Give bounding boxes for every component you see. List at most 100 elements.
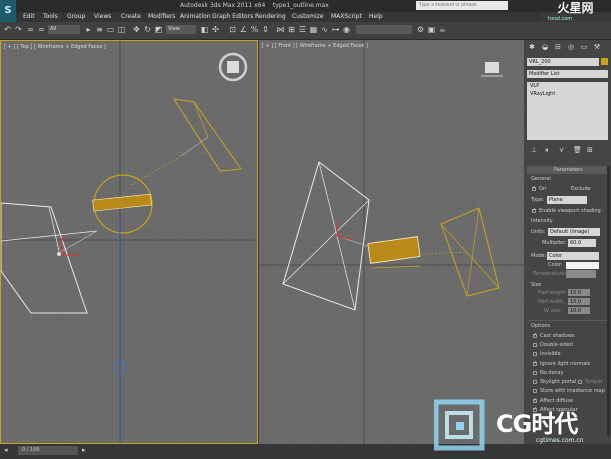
menu-views[interactable]: Views [94,12,111,22]
reference-coordinate-dropdown[interactable]: View [166,25,196,34]
select-object-icon[interactable]: ▸ [84,25,93,34]
command-panel-scrollbar[interactable] [607,166,610,436]
color-swatch[interactable] [566,262,599,269]
unlink-icon[interactable]: ≈ [37,25,46,34]
undo-icon[interactable]: ↶ [3,25,12,34]
viewport-front[interactable]: [ + ] [ Front ] [ Wireframe + Edged Face… [259,40,524,444]
menu-edit[interactable]: Edit [23,12,35,22]
angle-snap-icon[interactable]: ∠ [239,25,248,34]
menu-create[interactable]: Create [121,12,141,22]
menu-group[interactable]: Group [67,12,85,22]
pivot-icon[interactable]: ◧ [200,25,209,34]
graphite-icon[interactable]: ▦ [309,25,318,34]
skylight-portal-checkbox[interactable] [533,380,537,384]
viewport-label-top[interactable]: [ + ] [ Top ] [ Wireframe + Edged Faces … [4,44,106,50]
menu-modifiers[interactable]: Modifiers [148,12,175,22]
search-input[interactable] [416,1,508,10]
viewport-label-front[interactable]: [ + ] [ Front ] [ Wireframe + Edged Face… [262,43,368,49]
affect-diffuse-checkbox[interactable] [533,397,537,403]
simple-label: Simple [585,379,603,385]
half-length-spinner[interactable]: 15.0 [568,289,590,296]
utilities-tab-icon[interactable]: ⚒ [592,43,602,52]
modify-tab-icon[interactable]: ◒ [540,43,550,52]
no-decay-label: No decay [540,370,564,376]
snaps-toggle-icon[interactable]: ⊡ [228,25,237,34]
half-length-label: Half-length: [538,290,568,296]
double-sided-label: Double-sided [540,342,573,348]
configure-modifier-icon[interactable]: ⊞ [587,146,593,154]
select-by-name-icon[interactable]: ≡ [95,25,104,34]
pin-stack-icon[interactable]: ⊥ [531,146,537,154]
cast-shadows-checkbox[interactable] [533,332,537,338]
curve-editor-icon[interactable]: ∿ [320,25,329,34]
viewport-shading-checkbox[interactable] [532,207,536,213]
menu-help[interactable]: Help [369,12,383,22]
display-tab-icon[interactable]: ▭ [579,43,589,52]
options-divider [527,320,608,321]
half-width-spinner[interactable]: 15.0 [568,298,590,305]
menu-maxscript[interactable]: MAXScript [331,12,362,22]
window-crossing-icon[interactable]: ◫ [117,25,126,34]
make-unique-icon[interactable]: ⋎ [559,146,564,154]
select-scale-icon[interactable]: ◩ [154,25,163,34]
layer-manager-icon[interactable]: ☰ [298,25,307,34]
top-viewport-canvas [1,41,257,443]
menu-graph-editors[interactable]: Graph Editors [212,12,253,22]
align-icon[interactable]: ⊞ [287,25,296,34]
stack-item-vlp[interactable]: VLP [530,83,539,89]
ignore-light-normals-checkbox[interactable] [533,360,537,366]
create-tab-icon[interactable]: ✱ [527,43,537,52]
select-manipulate-icon[interactable]: ✣ [211,25,220,34]
units-dropdown[interactable]: Default (image) [548,228,600,236]
stack-item-vraylight[interactable]: VRayLight [530,91,555,97]
object-color-swatch[interactable] [601,58,608,65]
material-editor-icon[interactable]: ◉ [342,25,351,34]
schematic-view-icon[interactable]: ⊶ [331,25,340,34]
store-irradiance-label: Store with irradiance map [540,388,605,394]
mode-dropdown[interactable]: Color [547,252,599,260]
time-next-icon[interactable]: ▸ [82,446,86,454]
multiplier-spinner[interactable]: 60.0 [568,239,596,247]
hierarchy-tab-icon[interactable]: ⊟ [553,43,563,52]
w-size-spinner[interactable]: 10.0 [568,307,590,314]
show-end-result-icon[interactable]: ⏸ [545,146,549,155]
viewport-top[interactable]: [ + ] [ Top ] [ Wireframe + Edged Faces … [0,40,258,444]
exclude-button[interactable]: Exclude [571,186,591,192]
temperature-label: Temperature: [533,271,567,277]
menu-customize[interactable]: Customize [292,12,324,22]
time-prev-icon[interactable]: ◂ [4,446,8,454]
skylight-portal-label: Skylight portal [540,379,577,385]
store-irradiance-checkbox[interactable] [533,389,537,393]
app-menu-button[interactable]: S [0,0,16,22]
rendered-frame-icon[interactable]: ▣ [427,25,436,34]
temperature-spinner[interactable]: 6500.0 [566,270,596,278]
remove-modifier-icon[interactable]: 🗑 [573,146,582,154]
half-width-label: Half-width: [538,299,565,305]
render-production-icon[interactable]: ☕ [438,25,447,34]
invisible-checkbox[interactable] [533,352,537,356]
menu-tools[interactable]: Tools [43,12,58,22]
redo-icon[interactable]: ↷ [14,25,23,34]
motion-tab-icon[interactable]: ◎ [566,43,576,52]
selection-filter-dropdown[interactable]: All [48,25,80,34]
spinner-snap-icon[interactable]: ⇕ [261,25,270,34]
select-rotate-icon[interactable]: ↻ [143,25,152,34]
type-dropdown[interactable]: Plane [547,196,587,204]
render-preset-dropdown[interactable] [356,25,412,34]
object-name-field[interactable]: VRL_200 [527,58,599,66]
simple-checkbox[interactable] [578,380,582,384]
no-decay-checkbox[interactable] [533,371,537,375]
cg-watermark-text: CG时代 [496,410,578,438]
on-checkbox[interactable] [532,185,536,191]
render-setup-icon[interactable]: ⚙ [416,25,425,34]
link-icon[interactable]: ∞ [26,25,35,34]
window-title: Autodesk 3ds Max 2011 x64 type1_outline.… [180,2,329,9]
double-sided-checkbox[interactable] [533,343,537,347]
select-move-icon[interactable]: ✥ [132,25,141,34]
modifier-list-dropdown[interactable]: Modifier List [527,70,608,78]
menu-animation[interactable]: Animation [180,12,211,22]
rect-selection-icon[interactable]: ▭ [106,25,115,34]
mirror-icon[interactable]: ⋈ [276,25,285,34]
percent-snap-icon[interactable]: % [250,25,259,34]
menu-rendering[interactable]: Rendering [255,12,286,22]
